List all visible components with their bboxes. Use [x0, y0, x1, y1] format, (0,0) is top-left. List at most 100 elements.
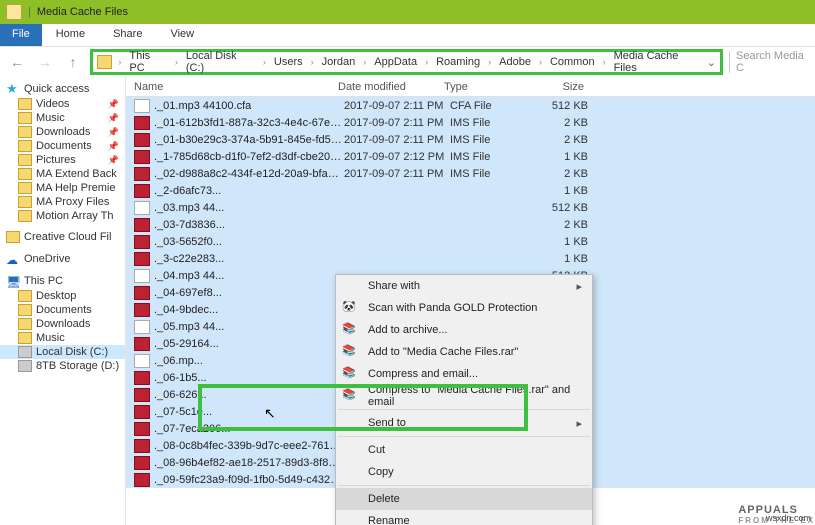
menu-share-with[interactable]: Share with▸ — [336, 275, 592, 297]
menu-cut[interactable]: Cut — [336, 439, 592, 461]
share-tab[interactable]: Share — [99, 24, 156, 46]
sidebar-item[interactable]: Downloads📌 — [0, 125, 125, 139]
file-type: IMS File — [450, 168, 540, 180]
quick-access-label: Quick access — [24, 83, 89, 95]
crumb-adobe[interactable]: Adobe — [497, 56, 533, 68]
menu-compress-email[interactable]: 📚Compress and email... — [336, 363, 592, 385]
crumb-user[interactable]: Jordan — [320, 56, 358, 68]
table-row[interactable]: ._03-5652f0...1 KB — [126, 233, 815, 250]
file-icon — [134, 150, 150, 164]
menu-copy[interactable]: Copy — [336, 461, 592, 483]
crumb-current[interactable]: Media Cache Files — [612, 50, 703, 74]
table-row[interactable]: ._1-785d68cb-d1f0-7ef2-d3df-cbe200000...… — [126, 148, 815, 165]
file-name: ._06-626... — [154, 389, 344, 401]
menu-compress-rar-email[interactable]: 📚Compress to "Media Cache Files.rar" and… — [336, 385, 592, 407]
table-row[interactable]: ._01-612b3fd1-887a-32c3-4e4c-67ee0000...… — [126, 114, 815, 131]
table-row[interactable]: ._01-b30e29c3-374a-5b91-845e-fd520000...… — [126, 131, 815, 148]
menu-delete[interactable]: Delete — [336, 488, 592, 510]
sidebar-item[interactable]: MA Help Premie — [0, 181, 125, 195]
pin-icon: 📌 — [108, 141, 119, 152]
menu-scan-panda[interactable]: 🐼Scan with Panda GOLD Protection — [336, 297, 592, 319]
crumb-drive[interactable]: Local Disk (C:) — [184, 50, 257, 74]
menu-add-archive[interactable]: 📚Add to archive... — [336, 319, 592, 341]
table-row[interactable]: ._03-7d3836...2 KB — [126, 216, 815, 233]
file-name: ._07-7eca206... — [154, 423, 344, 435]
table-row[interactable]: ._02-d988a8c2-434f-e12d-20a9-bfa30000...… — [126, 165, 815, 182]
sidebar-item[interactable]: Documents 📌 — [0, 139, 125, 153]
chevron-right-icon[interactable]: › — [261, 57, 268, 67]
file-name: ._08-0c8b4fec-339b-9d7c-eee2-76190000... — [154, 440, 344, 452]
sidebar-item-label: Local Disk (C:) — [36, 346, 108, 358]
sidebar-item[interactable]: Music — [0, 331, 125, 345]
navigation-pane: ★Quick access Videos📌Music📌Downloads📌Doc… — [0, 77, 126, 525]
menu-separator — [338, 436, 590, 437]
sidebar-item[interactable]: Videos📌 — [0, 97, 125, 111]
file-date: 2017-09-07 2:11 PM — [344, 100, 450, 112]
chevron-right-icon[interactable]: › — [361, 57, 368, 67]
this-pc-label: This PC — [24, 275, 63, 287]
file-name: ._06-1b5... — [154, 372, 344, 384]
crumb-common[interactable]: Common — [548, 56, 597, 68]
sidebar-item[interactable]: Music📌 — [0, 111, 125, 125]
chevron-right-icon: ▸ — [576, 280, 582, 293]
file-name: ._1-785d68cb-d1f0-7ef2-d3df-cbe200000... — [154, 151, 344, 163]
chevron-right-icon[interactable]: › — [486, 57, 493, 67]
folder-icon — [18, 210, 32, 222]
onedrive-header[interactable]: ☁OneDrive — [0, 251, 125, 267]
home-tab[interactable]: Home — [42, 24, 99, 46]
chevron-down-icon[interactable]: ⌄ — [707, 56, 716, 69]
sidebar-item[interactable]: Documents — [0, 303, 125, 317]
sidebar-item[interactable]: MA Extend Back — [0, 167, 125, 181]
table-row[interactable]: ._03.mp3 44...512 KB — [126, 199, 815, 216]
quick-access-header[interactable]: ★Quick access — [0, 81, 125, 97]
sidebar-item-label: Pictures — [36, 154, 76, 166]
file-type: IMS File — [450, 151, 540, 163]
col-type[interactable]: Type — [444, 81, 534, 93]
crumb-appdata[interactable]: AppData — [372, 56, 419, 68]
crumb-users[interactable]: Users — [272, 56, 305, 68]
file-name: ._04-9bdec... — [154, 304, 344, 316]
col-date[interactable]: Date modified — [338, 81, 444, 93]
menu-send-to[interactable]: Send to▸ — [336, 412, 592, 434]
file-size: 2 KB — [540, 134, 600, 146]
sidebar-item[interactable]: MA Proxy Files — [0, 195, 125, 209]
sidebar-item[interactable]: Desktop — [0, 289, 125, 303]
sidebar-item[interactable]: Local Disk (C:) — [0, 345, 125, 359]
file-icon — [134, 303, 150, 317]
chevron-right-icon[interactable]: › — [173, 57, 180, 67]
chevron-right-icon[interactable]: › — [309, 57, 316, 67]
forward-button[interactable]: → — [34, 54, 56, 70]
onedrive-label: OneDrive — [24, 253, 70, 265]
crumb-roaming[interactable]: Roaming — [434, 56, 482, 68]
back-button[interactable]: ← — [6, 54, 28, 70]
file-icon — [134, 201, 150, 215]
chevron-right-icon[interactable]: › — [116, 57, 123, 67]
table-row[interactable]: ._01.mp3 44100.cfa2017-09-07 2:11 PMCFA … — [126, 97, 815, 114]
chevron-right-icon[interactable]: › — [601, 57, 608, 67]
up-button[interactable]: ↑ — [62, 54, 84, 70]
this-pc-header[interactable]: 🖥This PC — [0, 273, 125, 289]
sidebar-item-label: Music — [36, 332, 65, 344]
menu-rename[interactable]: Rename — [336, 510, 592, 525]
crumb-this-pc[interactable]: This PC — [127, 50, 168, 74]
sidebar-item[interactable]: Motion Array Th — [0, 209, 125, 223]
col-size[interactable]: Size — [534, 81, 594, 93]
sidebar-item[interactable]: 8TB Storage (D:) — [0, 359, 125, 373]
view-tab[interactable]: View — [156, 24, 208, 46]
chevron-right-icon[interactable]: › — [423, 57, 430, 67]
menu-add-rar[interactable]: 📚Add to "Media Cache Files.rar" — [336, 341, 592, 363]
creative-cloud-header[interactable]: Creative Cloud Fil — [0, 229, 125, 245]
col-name[interactable]: Name — [126, 81, 338, 93]
sidebar-item-label: Documents — [36, 140, 92, 152]
sidebar-item[interactable]: Pictures📌 — [0, 153, 125, 167]
sidebar-item[interactable]: Downloads — [0, 317, 125, 331]
address-bar[interactable]: › This PC › Local Disk (C:) › Users › Jorda… — [90, 49, 723, 75]
search-input[interactable]: Search Media C — [729, 51, 809, 73]
file-tab[interactable]: File — [0, 24, 42, 46]
file-name: ._04-697ef8... — [154, 287, 344, 299]
table-row[interactable]: ._2-d6afc73...1 KB — [126, 182, 815, 199]
archive-icon: 📚 — [342, 388, 360, 404]
chevron-right-icon[interactable]: › — [537, 57, 544, 67]
folder-icon — [18, 182, 32, 194]
table-row[interactable]: ._3-c22e283...1 KB — [126, 250, 815, 267]
